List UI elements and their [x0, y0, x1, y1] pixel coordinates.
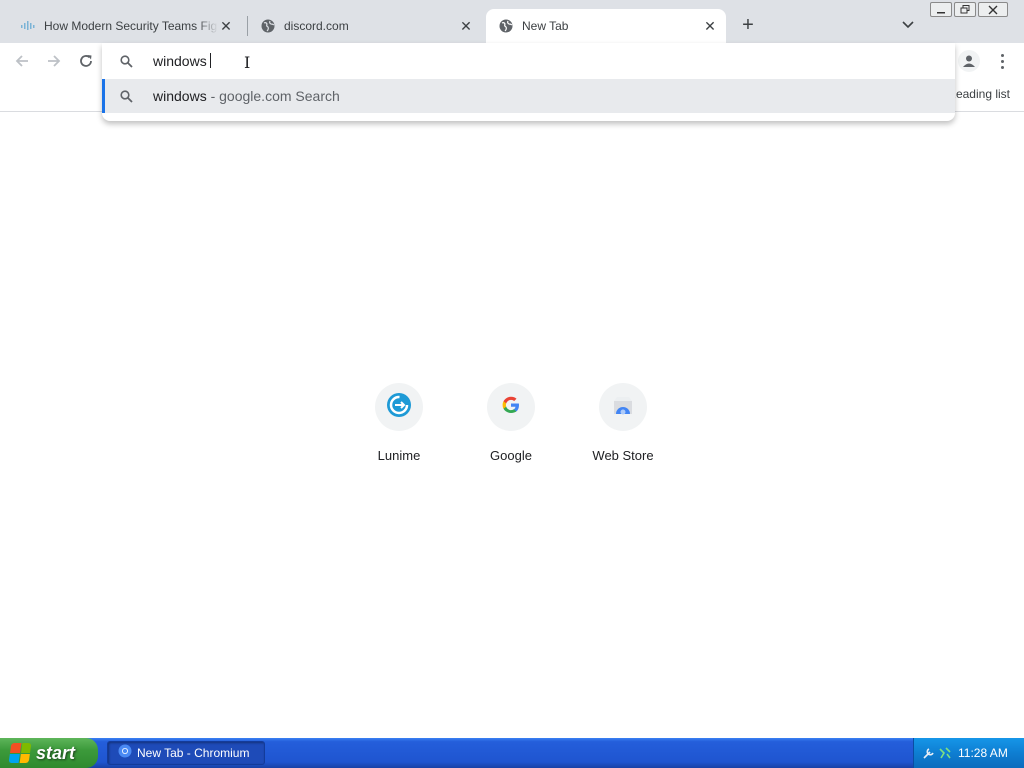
tab-strip: How Modern Security Teams Fight ✕ discor…: [0, 0, 1024, 43]
shortcut-google[interactable]: Google: [455, 383, 567, 463]
suggestion-text: windows - google.com Search: [153, 88, 340, 104]
omnibox-suggestion[interactable]: windows - google.com Search: [102, 79, 955, 113]
tab-search-chevron-icon[interactable]: [898, 16, 918, 36]
google-g-icon: [501, 395, 521, 420]
shortcut-label: Web Store: [592, 448, 654, 463]
window-close-icon[interactable]: [978, 2, 1008, 17]
chromium-icon: [118, 744, 132, 763]
windows-logo-icon: [8, 743, 32, 763]
web-store-icon: [611, 394, 635, 421]
restore-icon[interactable]: [954, 2, 976, 17]
site-favicon-icon: [20, 18, 36, 34]
shortcut-label: Lunime: [377, 448, 421, 463]
shortcuts-grid: Lunime Google Web Store: [343, 383, 679, 463]
tab-title: New Tab: [522, 19, 569, 33]
window-controls: [930, 2, 1008, 17]
omnibox-dropdown: windows I windows - google.com Search: [102, 43, 955, 121]
system-tray: 11:28 AM: [913, 738, 1024, 768]
tab-close-icon[interactable]: ✕: [702, 18, 718, 34]
shortcut-lunime[interactable]: Lunime: [343, 383, 455, 463]
new-tab-plus-icon[interactable]: +: [738, 15, 758, 36]
omnibox-input-text[interactable]: windows: [153, 53, 211, 69]
tab-new-tab[interactable]: New Tab ✕: [486, 9, 726, 43]
tray-network-icon[interactable]: [938, 746, 952, 760]
start-button[interactable]: start: [0, 738, 98, 768]
search-icon: [118, 53, 134, 69]
kebab-menu-icon[interactable]: [994, 50, 1010, 72]
taskbar-item-label: New Tab - Chromium: [137, 746, 250, 760]
reading-list-button[interactable]: Reading list: [947, 87, 1010, 101]
shortcut-label: Google: [490, 448, 532, 463]
taskbar-item-chromium[interactable]: New Tab - Chromium: [107, 741, 265, 765]
suggestion-source: - google.com Search: [206, 88, 340, 104]
tab-discord[interactable]: discord.com ✕: [248, 9, 482, 43]
shortcut-tile[interactable]: [599, 383, 647, 431]
back-arrow-icon[interactable]: [12, 51, 32, 71]
forward-arrow-icon[interactable]: [44, 51, 64, 71]
lunime-icon: [386, 392, 412, 423]
text-cursor-ibeam: I: [244, 53, 251, 72]
omnibox[interactable]: windows: [102, 43, 955, 79]
text-caret: [209, 53, 211, 68]
tab-close-icon[interactable]: ✕: [218, 18, 234, 34]
tab-close-icon[interactable]: ✕: [458, 18, 474, 34]
minimize-icon[interactable]: [930, 2, 952, 17]
globe-icon: [498, 18, 514, 34]
taskbar: start New Tab - Chromium 11:28 AM: [0, 738, 1024, 768]
suggestion-query: windows: [153, 88, 207, 104]
profile-avatar-icon[interactable]: [958, 50, 980, 72]
shortcut-tile[interactable]: [375, 383, 423, 431]
start-label: start: [36, 742, 76, 763]
shortcut-tile[interactable]: [487, 383, 535, 431]
reload-icon[interactable]: [76, 51, 96, 71]
shortcut-web-store[interactable]: Web Store: [567, 383, 679, 463]
tab-title: discord.com: [284, 19, 349, 33]
tab-security-article[interactable]: How Modern Security Teams Fight ✕: [8, 9, 242, 43]
tab-title: How Modern Security Teams Fight: [44, 19, 218, 33]
clock: 11:28 AM: [958, 746, 1008, 760]
globe-icon: [260, 18, 276, 34]
tray-tools-icon[interactable]: [922, 746, 936, 760]
search-icon: [118, 88, 134, 104]
